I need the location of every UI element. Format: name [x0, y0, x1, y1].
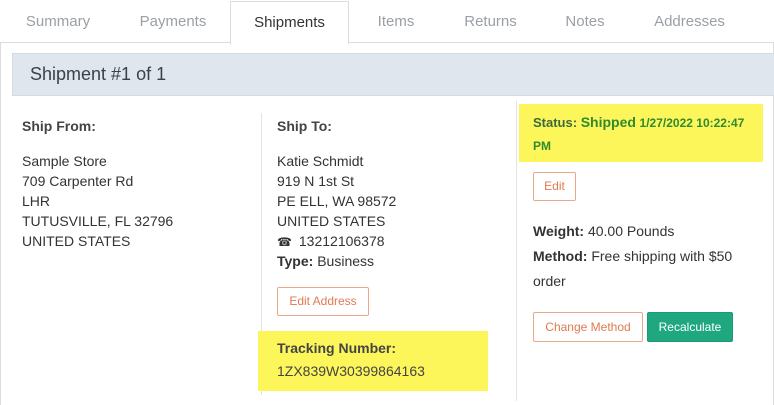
- tab-payments[interactable]: Payments: [116, 0, 230, 43]
- tracking-number: 1ZX839W30399864163: [277, 363, 425, 379]
- ship-to-line: PE ELL, WA 98572: [277, 193, 397, 209]
- tab-shipments[interactable]: Shipments: [230, 1, 349, 45]
- edit-status-button[interactable]: Edit: [533, 172, 576, 201]
- ship-to-line: UNITED STATES: [277, 213, 386, 229]
- tab-items[interactable]: Items: [349, 0, 443, 43]
- shipments-panel: Shipment #1 of 1 Ship From: Sample Store…: [0, 43, 774, 405]
- recalculate-button[interactable]: Recalculate: [647, 312, 733, 342]
- weight-label: Weight:: [533, 223, 585, 239]
- method-value-cont: order: [533, 273, 566, 289]
- ship-from-line: LHR: [22, 193, 51, 209]
- weight-value: 40.00 Pounds: [587, 223, 675, 239]
- tab-summary[interactable]: Summary: [0, 0, 116, 43]
- tab-notes[interactable]: Notes: [538, 0, 632, 43]
- type-value: Business: [317, 253, 375, 269]
- ship-to-title: Ship To:: [277, 118, 332, 134]
- ship-from-line: Sample Store: [22, 153, 107, 169]
- ship-to-type: Type: Business: [277, 253, 374, 269]
- method-label: Method:: [533, 248, 588, 264]
- tab-addresses[interactable]: Addresses: [632, 0, 747, 43]
- status-datetime: 1/27/2022 10:22:47: [639, 116, 745, 130]
- method-value: Free shipping with $50: [591, 248, 733, 264]
- tracking-label: Tracking Number:: [277, 340, 397, 356]
- phone-number: 13212106378: [298, 233, 385, 249]
- weight-row: Weight: 40.00 Pounds: [533, 223, 674, 239]
- tab-returns[interactable]: Returns: [443, 0, 538, 43]
- change-method-button[interactable]: Change Method: [533, 312, 643, 342]
- status-line: Status: Shipped 1/27/2022 10:22:47: [533, 114, 744, 130]
- status-highlight: [519, 104, 763, 162]
- ship-to-line: 919 N 1st St: [277, 173, 355, 189]
- phone-icon: ☎: [277, 235, 292, 249]
- edit-address-button[interactable]: Edit Address: [277, 287, 369, 316]
- ship-from-title: Ship From:: [22, 118, 96, 134]
- status-datetime-cont: PM: [533, 139, 551, 153]
- status-value: Shipped: [580, 114, 636, 130]
- ship-from-line: TUTUSVILLE, FL 32796: [22, 213, 174, 229]
- type-label: Type:: [277, 253, 314, 269]
- tab-bar: Summary Payments Shipments Items Returns…: [0, 0, 774, 45]
- ship-from-line: UNITED STATES: [22, 233, 131, 249]
- method-row: Method: Free shipping with $50: [533, 248, 732, 264]
- ship-to-phone: ☎ 13212106378: [277, 233, 385, 249]
- column-divider: [516, 101, 517, 401]
- ship-to-line: Katie Schmidt: [277, 153, 364, 169]
- shipment-title: Shipment #1 of 1: [12, 53, 774, 96]
- ship-from-line: 709 Carpenter Rd: [22, 173, 134, 189]
- status-label: Status:: [533, 115, 578, 130]
